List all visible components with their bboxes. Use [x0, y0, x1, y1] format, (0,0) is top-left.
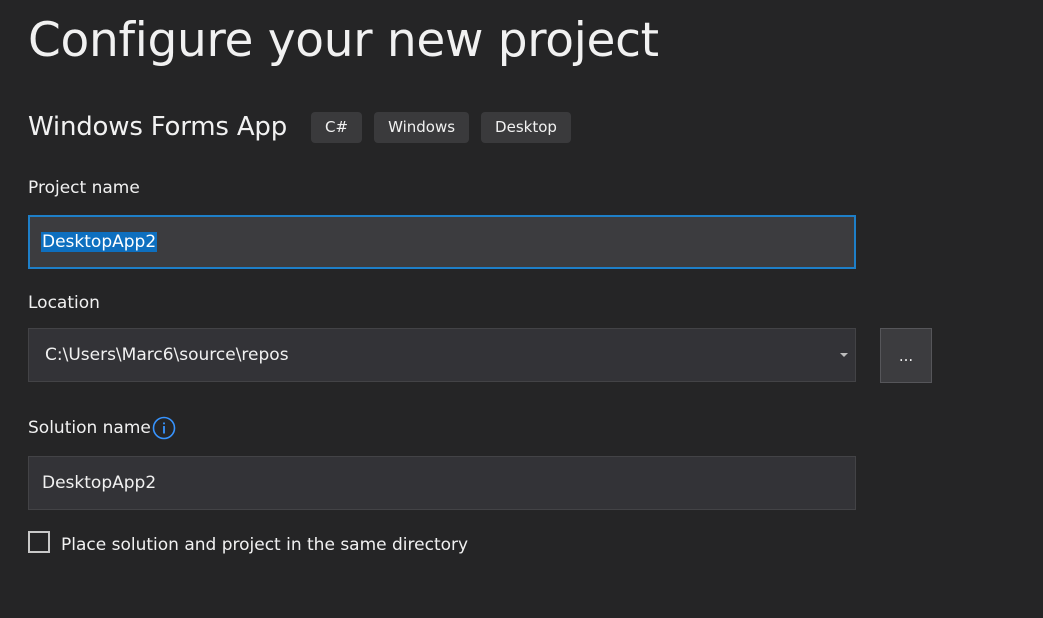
- template-header: Windows Forms App C# Windows Desktop: [28, 111, 583, 143]
- location-label: Location: [28, 293, 100, 313]
- project-name-value: DesktopApp2: [41, 232, 158, 252]
- same-directory-checkbox[interactable]: [28, 531, 50, 553]
- page-title: Configure your new project: [28, 13, 659, 68]
- tag-language: C#: [311, 111, 363, 143]
- project-name-label: Project name: [28, 178, 140, 198]
- project-name-input[interactable]: DesktopApp2: [28, 215, 856, 269]
- tag-project-type: Desktop: [481, 111, 571, 143]
- chevron-down-icon[interactable]: [840, 353, 848, 357]
- solution-name-input[interactable]: DesktopApp2: [28, 456, 856, 510]
- tag-platform: Windows: [374, 111, 470, 143]
- configure-project-page: Configure your new project Windows Forms…: [0, 0, 1043, 618]
- solution-name-value: DesktopApp2: [42, 473, 157, 493]
- info-icon[interactable]: [152, 416, 176, 440]
- location-combobox[interactable]: C:\Users\Marc6\source\repos: [28, 328, 856, 382]
- location-value: C:\Users\Marc6\source\repos: [45, 345, 289, 365]
- browse-location-button[interactable]: ...: [880, 328, 932, 383]
- project-name-selected-text: DesktopApp2: [41, 232, 158, 252]
- same-directory-label[interactable]: Place solution and project in the same d…: [61, 534, 468, 556]
- solution-name-label: Solution name: [28, 418, 151, 438]
- template-name: Windows Forms App: [28, 112, 288, 142]
